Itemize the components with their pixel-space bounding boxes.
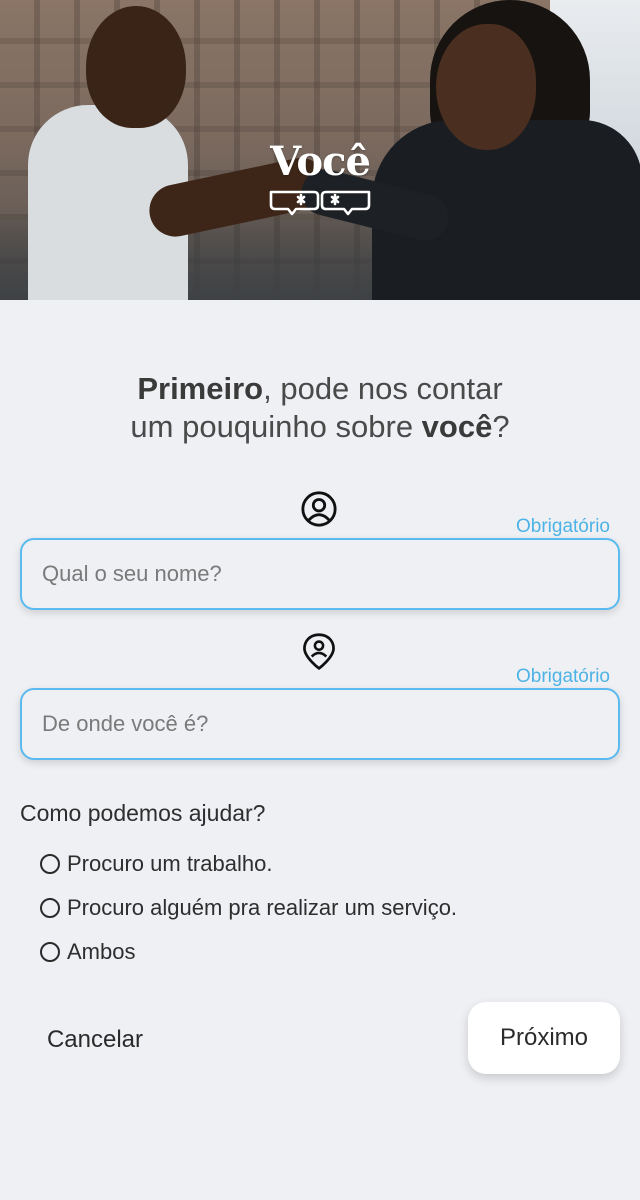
headline-bold-voce: você (421, 409, 493, 444)
help-question: Como podemos ajudar? (20, 800, 266, 826)
hero-image: Você (0, 0, 640, 300)
radio-circle-icon[interactable] (40, 942, 60, 962)
name-input[interactable] (20, 538, 620, 610)
headline-line1-rest: , pode nos contar (263, 371, 503, 406)
radio-option-label: Ambos (67, 939, 136, 964)
headline-line-2: um pouquinho sobre você? (0, 408, 640, 446)
headline-line2-start: um pouquinho sobre (130, 409, 422, 444)
radio-option-service[interactable]: Procuro alguém pra realizar um serviço. (40, 893, 457, 923)
hero-person-right-head (436, 24, 536, 150)
location-required-label: Obrigatório (516, 666, 610, 687)
page-headline: Primeiro, pode nos contar um pouquinho s… (0, 370, 640, 446)
logo-text: Você (270, 138, 371, 185)
location-input[interactable] (20, 688, 620, 760)
hero-person-left-head (86, 6, 186, 128)
radio-option-job[interactable]: Procuro um trabalho. (40, 849, 272, 879)
fist-bump-icon (269, 190, 371, 216)
app-logo: Você (262, 140, 378, 220)
name-required-label: Obrigatório (516, 516, 610, 537)
headline-bold-primeiro: Primeiro (137, 371, 264, 406)
headline-line2-end: ? (492, 409, 510, 444)
headline-line-1: Primeiro, pode nos contar (0, 370, 640, 408)
cancel-button[interactable]: Cancelar (20, 1012, 170, 1068)
location-pin-user-icon (303, 633, 335, 670)
radio-circle-icon[interactable] (40, 898, 60, 918)
radio-option-label: Procuro alguém pra realizar um serviço. (67, 895, 458, 920)
user-circle-icon (301, 491, 337, 527)
radio-option-label: Procuro um trabalho. (67, 851, 273, 876)
radio-option-both[interactable]: Ambos (40, 937, 135, 967)
radio-circle-icon[interactable] (40, 854, 60, 874)
next-button[interactable]: Próximo (468, 1002, 620, 1074)
